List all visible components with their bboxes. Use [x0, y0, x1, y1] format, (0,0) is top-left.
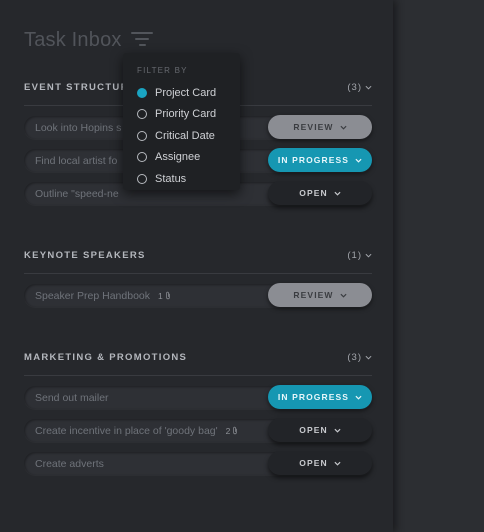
section-count[interactable]: (3) — [347, 82, 372, 93]
chevron-down-icon — [365, 355, 372, 360]
task-inbox-panel: Task Inbox EVENT STRUCTURE (3) Look into… — [0, 0, 393, 532]
chevron-down-icon — [334, 428, 341, 433]
status-dropdown[interactable]: OPEN — [268, 418, 372, 442]
section-title: EVENT STRUCTURE — [24, 82, 137, 93]
chevron-down-icon — [365, 85, 372, 90]
task-title: Speaker Prep Handbook — [35, 289, 150, 302]
chevron-down-icon — [334, 461, 341, 466]
chevron-down-icon — [334, 191, 341, 196]
status-dropdown[interactable]: IN PROGRESS — [268, 148, 372, 172]
page-title: Task Inbox — [24, 29, 122, 51]
filter-option-assignee[interactable]: Assignee — [137, 147, 240, 169]
task-row[interactable]: Create adverts OPEN — [24, 451, 372, 475]
attachment-count: 2 — [226, 426, 239, 436]
task-row[interactable]: Speaker Prep Handbook 1 REVIEW — [24, 283, 372, 307]
section-marketing-promotions: MARKETING & PROMOTIONS (3) Send out mail… — [24, 348, 372, 485]
section-title: MARKETING & PROMOTIONS — [24, 352, 188, 363]
chevron-down-icon — [355, 158, 362, 163]
section-title: KEYNOTE SPEAKERS — [24, 250, 146, 261]
task-title: Look into Hopins s — [35, 121, 122, 134]
background-area — [393, 0, 484, 532]
status-dropdown[interactable]: OPEN — [268, 451, 372, 475]
section-keynote-speakers: KEYNOTE SPEAKERS (1) Speaker Prep Handbo… — [24, 246, 372, 317]
task-title: Find local artist fo — [35, 154, 118, 167]
paperclip-icon — [166, 291, 170, 300]
filter-heading: FILTER BY — [137, 66, 188, 75]
chevron-down-icon — [340, 125, 347, 130]
filter-dropdown: FILTER BY Project Card Priority Card Cri… — [123, 53, 240, 190]
radio-icon — [137, 173, 147, 184]
task-title: Create incentive in place of 'goody bag' — [35, 424, 218, 437]
section-count[interactable]: (1) — [347, 250, 372, 261]
chevron-down-icon — [355, 395, 362, 400]
filter-icon[interactable] — [131, 32, 153, 48]
filter-option-critical-date[interactable]: Critical Date — [137, 125, 240, 147]
status-dropdown[interactable]: IN PROGRESS — [268, 385, 372, 409]
task-title: Send out mailer — [35, 391, 109, 404]
paperclip-icon — [233, 426, 238, 435]
radio-icon — [137, 109, 147, 120]
task-title: Create adverts — [35, 457, 104, 470]
attachment-count: 1 — [158, 291, 171, 301]
filter-option-priority-card[interactable]: Priority Card — [137, 104, 240, 126]
radio-selected-icon — [137, 87, 147, 98]
section-header[interactable]: KEYNOTE SPEAKERS (1) — [24, 246, 372, 274]
chevron-down-icon — [340, 293, 347, 298]
filter-option-project-card[interactable]: Project Card — [137, 82, 240, 104]
radio-icon — [137, 152, 147, 163]
status-dropdown[interactable]: OPEN — [268, 181, 372, 205]
status-dropdown[interactable]: REVIEW — [268, 115, 372, 139]
status-dropdown[interactable]: REVIEW — [268, 283, 372, 307]
task-row[interactable]: Create incentive in place of 'goody bag'… — [24, 418, 372, 442]
task-row[interactable]: Send out mailer IN PROGRESS — [24, 385, 372, 409]
section-header[interactable]: MARKETING & PROMOTIONS (3) — [24, 348, 372, 376]
task-title: Outline "speed-ne — [35, 187, 119, 200]
radio-icon — [137, 130, 147, 141]
chevron-down-icon — [365, 253, 372, 258]
section-count[interactable]: (3) — [347, 352, 372, 363]
filter-option-status[interactable]: Status — [137, 168, 240, 190]
